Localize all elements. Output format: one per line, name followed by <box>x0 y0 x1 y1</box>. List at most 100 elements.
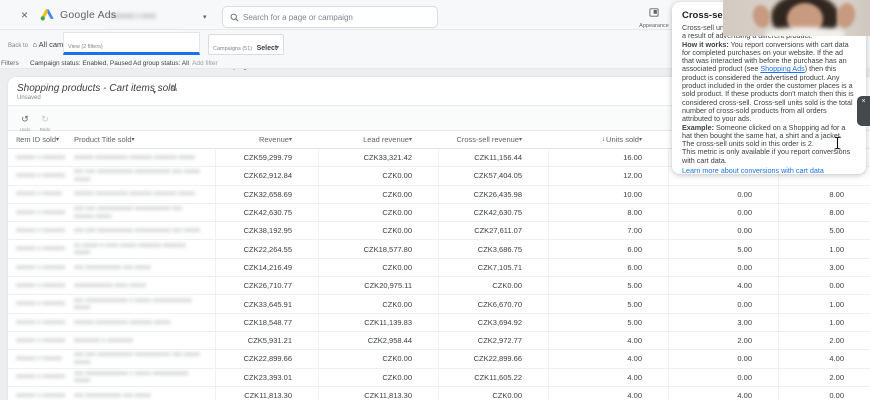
cell-units: 6.00 <box>548 258 668 277</box>
cell-revenue: CZK59,299.79 <box>215 149 318 167</box>
table-row[interactable]: xxxxxx x xxxxxxx xxx xxx xxxxxxxxxxx xxxx… <box>8 203 870 223</box>
view-selector[interactable]: View (2 filters) Shopping products - Car… <box>63 32 202 68</box>
undo-label: Undo <box>19 127 31 132</box>
column-header-revenue[interactable]: Revenue ▾ <box>215 131 318 148</box>
side-panel-close-tab[interactable]: × <box>857 96 870 126</box>
table-row[interactable]: xxxxxx x xxxxxxx xxx xxxxxxxxxxxxx x xxxx… <box>8 368 870 387</box>
search-box[interactable] <box>222 6 438 28</box>
cell-id_blur: xxxxxx x xxxxxxx <box>8 295 72 312</box>
cell-revenue: CZK5,931.21 <box>215 331 318 350</box>
appearance-button[interactable]: Appearance <box>633 4 675 29</box>
cell-revenue: CZK38,192.95 <box>215 222 318 240</box>
item-id-blurred: xxxxxx x xxxxxxx <box>16 336 66 344</box>
cell-c7: 0.00 <box>668 222 778 240</box>
cell-c7: 0.00 <box>668 350 778 368</box>
cell-lead_revenue: CZK0.00 <box>318 203 438 222</box>
home-icon: ⌂ <box>32 40 37 49</box>
cell-units: 8.00 <box>548 203 668 222</box>
cell-id_blur: xxxxxx x xxxxxx <box>8 350 72 367</box>
cell-revenue: CZK14,216.49 <box>215 258 318 277</box>
cell-lead_revenue: CZK20,975.11 <box>318 277 438 295</box>
table-body: xxxxxx x xxxxxxx xxxxxx xxxxxxxxxx xxxxxx… <box>8 149 870 400</box>
cell-title_blur: xxx xxx xxxxxxxxxxx xxxxxxxxxxx xxx xxxx… <box>72 222 215 239</box>
table-row[interactable]: xxxxxx x xxxxxxx xx xxxxx x xxxx xxxxx xx… <box>8 240 870 259</box>
item-id-blurred: xxxxxx x xxxxxxx <box>16 318 66 326</box>
add-filter-button[interactable]: Add filter <box>192 60 218 67</box>
product-title-blurred: xxx xxxxxxxxxxxxx x xxxxx xxxxxxxxxxxx x… <box>74 296 192 312</box>
item-id-blurred: xxxxxx x xxxxxxx <box>16 300 66 308</box>
cell-units: 6.00 <box>548 240 668 258</box>
cell-units: 7.00 <box>548 222 668 240</box>
column-header-id_blur[interactable]: Item ID sold ▾ <box>8 131 72 148</box>
account-chevron-down-icon[interactable]: ▾ <box>203 13 207 21</box>
item-id-blurred: xxxxxx x xxxxxxx <box>16 391 66 399</box>
cell-title_blur: xxx xxxxxxxxxxxxx x xxxxx xxxxxxxxxxx xx… <box>72 369 215 386</box>
cell-id_blur: xxxxxx x xxxxxxx <box>8 167 72 184</box>
table-row[interactable]: xxxxxx x xxxxxxx xxxxxxxxxxxx xxxx xxxxx C… <box>8 277 870 296</box>
product-title-blurred: xxxxxx xxxxxxxxxx xxxxxxx xxxxxxx xxxxx <box>74 190 195 198</box>
table-row[interactable]: xxxxxx x xxxxxxx xxx xxxxxxxxxxxxx x xxxx… <box>8 295 870 314</box>
cell-units: 5.00 <box>548 277 668 295</box>
table-row[interactable]: xxxxxx x xxxxxx xxxxxx xxxxxxxxxx xxxxxxx… <box>8 185 870 204</box>
column-menu-caret-icon: ▾ <box>638 137 642 143</box>
cell-title_blur: xxxxxx xxxxxxxxxx xxxxxxx xxxxx <box>72 314 215 331</box>
cell-id_blur: xxxxxx x xxxxxxx <box>8 314 72 331</box>
campaign-status-filter[interactable]: Campaign status: Enabled, Paused <box>30 60 132 67</box>
cell-c8: 5.00 <box>778 222 870 240</box>
table-row[interactable]: xxxxxx x xxxxxxx xxx xxxxxxxxxxx xxx xxxx… <box>8 258 870 278</box>
table-row[interactable]: xxxxxx x xxxxxxx xxx xxxxxxxxxxx xxx xxxx… <box>8 386 870 400</box>
table-row[interactable]: xxxxxx x xxxxxxx xxxxxxxx x xxxxxxxx CZK5,… <box>8 331 870 351</box>
cell-id_blur: xxxxxx x xxxxxxx <box>8 387 72 400</box>
cell-lead_revenue: CZK0.00 <box>318 258 438 277</box>
ad-group-status-filter[interactable]: Ad group status: All <box>133 60 189 67</box>
cell-c8: 8.00 <box>778 203 870 222</box>
how-it-works-text-post: ) then this product is considered the ad… <box>682 64 854 124</box>
close-icon[interactable]: × <box>21 8 28 22</box>
column-header-lead_revenue[interactable]: Lead revenue ▾ <box>318 131 438 148</box>
product-title-blurred: xxxxxxxxxxxx xxxx xxxxx <box>74 281 146 289</box>
column-header-title_blur[interactable]: Product Title sold ▾ <box>72 131 215 148</box>
product-title-blurred: xxx xxxxxxxxxxx xxx xxxxx <box>74 263 151 271</box>
cell-id_blur: xxxxxx x xxxxxxx <box>8 277 72 294</box>
tooltip-body: Cross-sell units is the total number of … <box>682 23 856 175</box>
cell-cross_sell_revenue: CZK7,105.71 <box>438 258 548 277</box>
table-row[interactable]: xxxxxx x xxxxxxx xxxxxx xxxxxxxxxx xxxxxx… <box>8 313 870 332</box>
column-menu-caret-icon: ▾ <box>56 137 60 143</box>
table-row[interactable]: xxxxxx x xxxxxxx xxx xxx xxxxxxxxxxx xxxx… <box>8 222 870 241</box>
learn-more-link[interactable]: Learn more about conversions with cart d… <box>682 166 856 175</box>
cell-lead_revenue: CZK0.00 <box>318 185 438 203</box>
cell-lead_revenue: CZK0.00 <box>318 295 438 313</box>
view-selector-label: View (2 filters) <box>68 44 103 50</box>
undo-button[interactable]: ↺ Undo <box>14 109 36 132</box>
cell-units: 12.00 <box>548 167 668 185</box>
cell-c8: 1.00 <box>778 313 870 331</box>
cell-title_blur: xxx xxxxxxxxxxx xxx xxxxx <box>72 259 215 276</box>
report-title-chevron-down-icon[interactable]: ▾ <box>153 89 156 96</box>
cell-revenue: CZK42,630.75 <box>215 203 318 222</box>
column-menu-caret-icon: ▾ <box>131 137 135 143</box>
campaign-selector[interactable]: Campaigns (51) Select a campaign ▾ <box>208 34 284 70</box>
table-row[interactable]: xxxxxx x xxxxxx xxx xxx xxxxxxxxxxx xxxxx… <box>8 350 870 369</box>
cell-id_blur: xxxxxx x xxxxxxx <box>8 259 72 276</box>
cell-id_blur: xxxxxx x xxxxxxx <box>8 332 72 349</box>
cell-c8: 0.00 <box>778 386 870 400</box>
cell-c7: 0.00 <box>668 295 778 313</box>
webcam-overlay <box>723 0 870 36</box>
cell-cross_sell_revenue: CZK26,435.98 <box>438 185 548 203</box>
item-id-blurred: xxxxxx x xxxxxxx <box>16 281 66 289</box>
filters-label: Filters <box>1 60 19 67</box>
column-header-units[interactable]: ↓ Units sold ▾ <box>548 131 668 148</box>
cell-c7: 0.00 <box>668 185 778 203</box>
column-header-cross_sell_revenue[interactable]: Cross-sell revenue ▾ <box>438 131 548 148</box>
item-id-blurred: xxxxxx x xxxxxxx <box>16 208 66 216</box>
search-input[interactable] <box>243 12 423 22</box>
cell-title_blur: xxxxxxxx x xxxxxxxx <box>72 332 215 349</box>
cell-lead_revenue: CZK33,321.42 <box>318 149 438 167</box>
cell-id_blur: xxxxxx x xxxxxxx <box>8 222 72 239</box>
redo-button[interactable]: ↻ Redo <box>34 109 56 132</box>
cell-title_blur: xxx xxxxxxxxxxx xxx xxxxx <box>72 387 215 400</box>
cell-cross_sell_revenue: CZK57,404.05 <box>438 167 548 185</box>
product-title-blurred: xxxxxx xxxxxxxxxx xxxxxxx xxxxx <box>74 318 171 326</box>
cell-title_blur: xxxxxx xxxxxxxxxx xxxxxxx xxxxxxx xxxxx <box>72 149 215 166</box>
edit-pencil-icon[interactable]: ✎ <box>170 84 178 95</box>
